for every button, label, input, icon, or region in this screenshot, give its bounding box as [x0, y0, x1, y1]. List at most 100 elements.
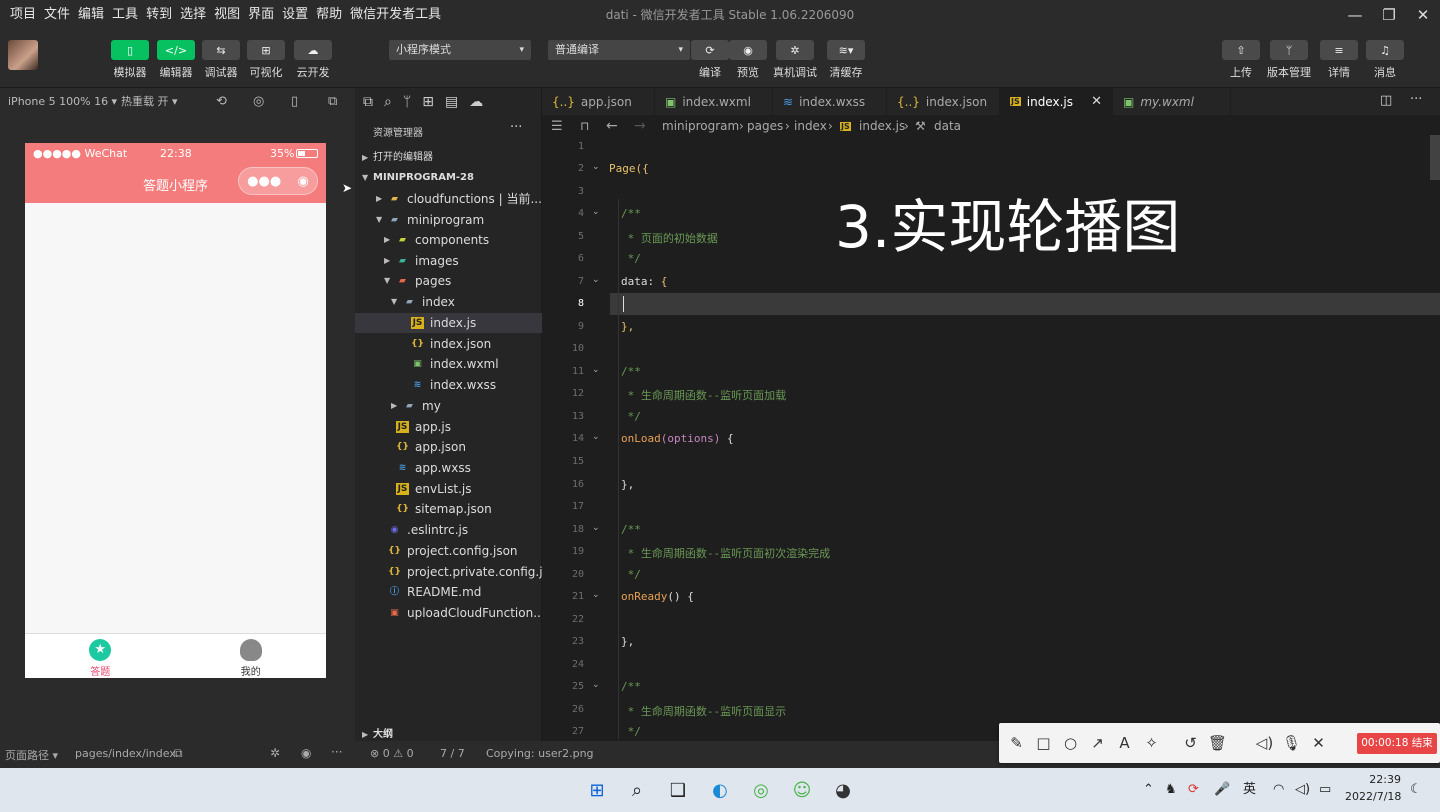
tab-my-wxml[interactable]: ▣ my.wxml	[1113, 88, 1231, 115]
details-button[interactable]: ≡ 详情	[1320, 40, 1358, 80]
wechat-devtools-icon[interactable]: ◎	[746, 775, 776, 805]
open-editors-section[interactable]: ▶ 打开的编辑器	[355, 148, 542, 168]
tree-project-config[interactable]: {} project.config.json	[355, 541, 542, 561]
clear-cache-button[interactable]: ≋▾ 清缓存	[827, 40, 865, 80]
menu-goto[interactable]: 转到	[142, 0, 176, 30]
code-line[interactable]: /**	[621, 365, 641, 378]
code-line[interactable]: onReady() {	[621, 590, 694, 603]
code-line[interactable]: /**	[621, 207, 641, 220]
fold-icon[interactable]: ⌄	[592, 523, 600, 533]
code-line[interactable]: * 生命周期函数--监听页面显示	[621, 703, 787, 719]
record-icon[interactable]: ◎	[253, 88, 264, 115]
arrow-icon[interactable]: ↗	[1084, 734, 1111, 752]
tree-app-js[interactable]: JS app.js	[355, 417, 542, 437]
menu-project[interactable]: 项目	[6, 0, 40, 30]
preview-button[interactable]: ◉ 预览	[729, 40, 767, 80]
capsule-menu[interactable]: ●●● ◉	[238, 167, 318, 195]
device-icon[interactable]: ▯	[291, 88, 298, 115]
crumb-miniprogram[interactable]: miniprogram	[662, 119, 739, 133]
tree-index-folder[interactable]: ▼ ▰ index	[355, 292, 542, 312]
code-line[interactable]: onLoad(options) {	[621, 432, 734, 445]
code-line[interactable]: */	[621, 410, 641, 423]
battery-tray-icon[interactable]: ▭	[1319, 768, 1331, 812]
compile-select[interactable]: 普通编译	[548, 40, 690, 60]
tree-miniprogram[interactable]: ▼ ▰ miniprogram	[355, 210, 542, 230]
crumb-data[interactable]: data	[934, 119, 961, 133]
tab-mine[interactable]: 我的	[176, 634, 327, 678]
text-icon[interactable]: A	[1111, 734, 1138, 752]
menu-interface[interactable]: 界面	[244, 0, 278, 30]
start-icon[interactable]: ⊞	[582, 775, 612, 805]
editor-more-icon[interactable]: ···	[1410, 92, 1422, 107]
edge-icon[interactable]: ◐	[705, 775, 735, 805]
crumb-index[interactable]: index	[794, 119, 827, 133]
code-line[interactable]: },	[621, 478, 634, 491]
trash-icon[interactable]: 🗑	[1204, 734, 1231, 752]
tree-readme[interactable]: ⓘ README.md	[355, 582, 542, 602]
tree-index-json[interactable]: {} index.json	[355, 334, 542, 354]
cloud-dev-icon[interactable]: ☁	[469, 94, 483, 110]
compile-button[interactable]: ⟳ 编译	[691, 40, 729, 80]
editor-button[interactable]: </> 编辑器	[157, 40, 195, 80]
hotreload-select[interactable]: 热重载 开 ▾	[121, 88, 178, 115]
qq-icon[interactable]: ♞	[1165, 768, 1177, 812]
scrollbar[interactable]	[1430, 135, 1440, 180]
crumb-pages[interactable]: pages	[747, 119, 783, 133]
page-path-select[interactable]: 页面路径 ▾	[5, 747, 58, 763]
tree-upload-script[interactable]: ▣ uploadCloudFunction....	[355, 603, 542, 623]
tree-index-js[interactable]: JS index.js	[355, 313, 542, 333]
restore-icon[interactable]: ❐	[1372, 0, 1406, 30]
problems-count[interactable]: ⊗ 0 ⚠ 0	[370, 747, 414, 760]
fold-icon[interactable]: ⌄	[592, 432, 600, 442]
tree-my-folder[interactable]: ▶ ▰ my	[355, 396, 542, 416]
forward-icon[interactable]: →	[634, 118, 646, 134]
minimize-icon[interactable]: —	[1338, 0, 1372, 30]
code-line[interactable]: },	[621, 320, 634, 333]
window-icon[interactable]: ⧉	[328, 88, 337, 115]
tab-index-wxss[interactable]: ≋ index.wxss	[773, 88, 887, 115]
magic-icon[interactable]: ✧	[1138, 734, 1165, 752]
menu-view[interactable]: 视图	[210, 0, 244, 30]
project-section[interactable]: ▼ MINIPROGRAM-28	[355, 168, 542, 188]
tree-sitemap-json[interactable]: {} sitemap.json	[355, 499, 542, 519]
remote-debug-button[interactable]: ✲ 真机调试	[773, 40, 817, 80]
fold-icon[interactable]: ⌄	[592, 162, 600, 172]
code-line[interactable]: */	[621, 725, 641, 738]
tray-chevron-icon[interactable]: ⌃	[1143, 768, 1154, 812]
avatar[interactable]	[8, 40, 38, 70]
tree-cloudfunctions[interactable]: ▶ ▰ cloudfunctions | 当前...	[355, 189, 542, 209]
close-draw-icon[interactable]: ✕	[1305, 734, 1332, 752]
upload-button[interactable]: ⇧ 上传	[1222, 40, 1260, 80]
tab-index-json[interactable]: {..} index.json	[887, 88, 1000, 115]
back-icon[interactable]: ←	[606, 118, 618, 134]
simulator-button[interactable]: ▯ 模拟器	[111, 40, 149, 80]
menu-wechat-devtools[interactable]: 微信开发者工具	[346, 0, 445, 30]
tab-index-js[interactable]: JS index.js ✕	[1000, 88, 1113, 115]
tree-envlist-js[interactable]: JS envList.js	[355, 479, 542, 499]
code-line[interactable]: /**	[621, 680, 641, 693]
mic-tray-icon[interactable]: 🎤	[1214, 768, 1230, 812]
extensions-icon[interactable]: ⊞	[422, 94, 434, 110]
debugger-button[interactable]: ⇆ 调试器	[202, 40, 240, 80]
search-icon[interactable]: ⌕	[384, 94, 392, 110]
fold-icon[interactable]: ⌄	[592, 680, 600, 690]
list-icon[interactable]: ☰	[551, 119, 563, 134]
files-icon[interactable]: ⧉	[363, 94, 373, 110]
code-line[interactable]: * 生命周期函数--监听页面加载	[621, 387, 787, 403]
circle-icon[interactable]: ○	[1057, 734, 1084, 752]
tree-components[interactable]: ▶ ▰ components	[355, 230, 542, 250]
fold-icon[interactable]: ⌄	[592, 207, 600, 217]
clock-date[interactable]: 2022/7/18	[1345, 790, 1401, 803]
storage-icon[interactable]: ▤	[445, 94, 458, 110]
sync-icon[interactable]: ⟳	[1188, 768, 1199, 812]
undo-icon[interactable]: ↺	[1177, 734, 1204, 752]
version-button[interactable]: ᛘ 版本管理	[1267, 40, 1311, 80]
bookmark-icon[interactable]: ⊓	[580, 119, 589, 133]
rotate-icon[interactable]: ⟲	[216, 88, 227, 115]
code-line[interactable]: */	[621, 252, 641, 265]
close-tab-icon[interactable]: ✕	[1091, 94, 1102, 109]
speaker-icon[interactable]: ◁)	[1251, 734, 1278, 752]
code-line[interactable]: */	[621, 568, 641, 581]
app-avatar-icon[interactable]: ◕	[828, 775, 858, 805]
status-more-icon[interactable]: ···	[331, 745, 342, 759]
